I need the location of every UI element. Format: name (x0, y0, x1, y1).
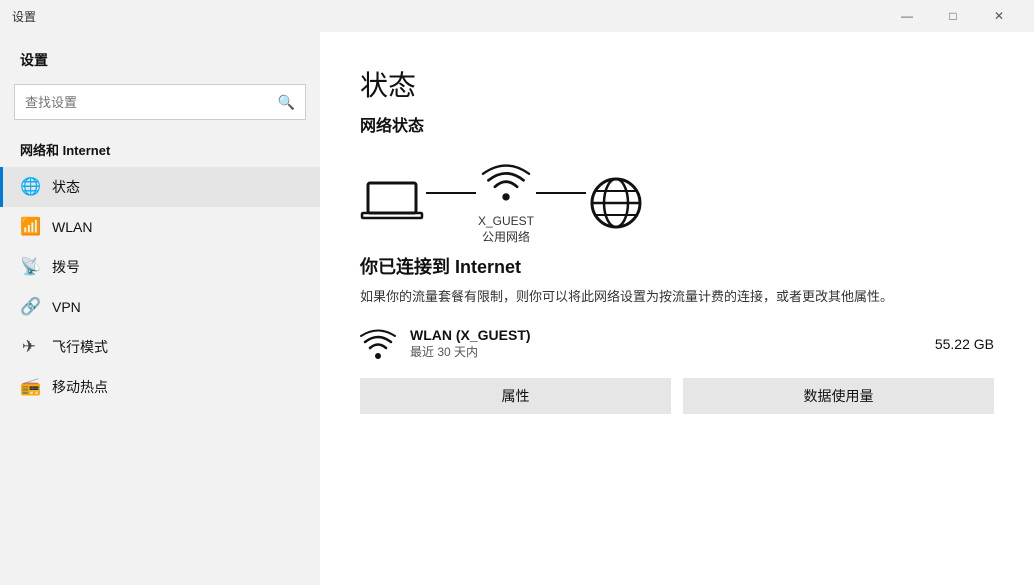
sidebar-item-label: 移动热点 (52, 377, 108, 397)
window-controls: — □ ✕ (884, 0, 1022, 32)
search-input[interactable] (25, 95, 278, 110)
hotspot-icon: 📻 (20, 377, 38, 397)
network-usage: 55.22 GB (935, 336, 994, 352)
sidebar-item-vpn[interactable]: 🔗 VPN (0, 287, 320, 327)
sidebar-item-label: 状态 (52, 177, 80, 197)
network-diagram: X_GUEST 公用网络 (360, 160, 994, 245)
sidebar-item-dial[interactable]: 📡 拨号 (0, 247, 320, 287)
network-wifi-icon (360, 326, 396, 362)
dial-icon: 📡 (20, 257, 38, 277)
titlebar-title: 设置 (12, 8, 36, 25)
network-row: WLAN (X_GUEST) 最近 30 天内 55.22 GB (360, 326, 994, 362)
titlebar: 设置 — □ ✕ (0, 0, 1034, 32)
content-area: 状态 网络状态 X_GUEST (320, 32, 1034, 585)
connected-title: 你已连接到 Internet (360, 253, 994, 279)
wifi-icon-container: X_GUEST 公用网络 (478, 160, 534, 245)
wifi-name: X_GUEST 公用网络 (478, 214, 534, 245)
globe-icon (588, 175, 644, 231)
network-period: 最近 30 天内 (410, 343, 921, 360)
network-info: WLAN (X_GUEST) 最近 30 天内 (410, 327, 921, 360)
search-box[interactable]: 🔍 (14, 84, 306, 120)
sidebar: 设置 🔍 网络和 Internet 🌐 状态 📶 WLAN 📡 拨号 🔗 VPN… (0, 32, 320, 585)
network-name: WLAN (X_GUEST) (410, 327, 921, 343)
minimize-button[interactable]: — (884, 0, 930, 32)
line-1 (426, 192, 476, 194)
globe-icon-container (588, 175, 644, 231)
sidebar-item-label: WLAN (52, 219, 92, 235)
sidebar-header: 设置 (0, 40, 320, 84)
airplane-icon: ✈ (20, 337, 38, 357)
close-button[interactable]: ✕ (976, 0, 1022, 32)
laptop-icon (360, 179, 424, 227)
vpn-icon: 🔗 (20, 297, 38, 317)
sidebar-item-status[interactable]: 🌐 状态 (0, 167, 320, 207)
nav-list: 🌐 状态 📶 WLAN 📡 拨号 🔗 VPN ✈ 飞行模式 📻 移动热点 (0, 167, 320, 407)
sidebar-item-wlan[interactable]: 📶 WLAN (0, 207, 320, 247)
sidebar-item-airplane[interactable]: ✈ 飞行模式 (0, 327, 320, 367)
connected-desc: 如果你的流量套餐有限制，则你可以将此网络设置为按流量计费的连接，或者更改其他属性… (360, 287, 920, 308)
status-icon: 🌐 (20, 177, 38, 197)
page-title: 状态 (360, 64, 994, 104)
search-icon: 🔍 (278, 94, 295, 111)
section-label: 网络和 Internet (0, 136, 320, 167)
sidebar-item-label: 拨号 (52, 257, 80, 277)
line-2 (536, 192, 586, 194)
laptop-icon-container (360, 179, 424, 227)
sidebar-item-label: VPN (52, 299, 81, 315)
sidebar-item-label: 飞行模式 (52, 337, 108, 357)
properties-button[interactable]: 属性 (360, 378, 671, 414)
data-usage-button[interactable]: 数据使用量 (683, 378, 994, 414)
wifi-icon (480, 160, 532, 208)
main-layout: 设置 🔍 网络和 Internet 🌐 状态 📶 WLAN 📡 拨号 🔗 VPN… (0, 32, 1034, 585)
sidebar-item-hotspot[interactable]: 📻 移动热点 (0, 367, 320, 407)
action-buttons: 属性 数据使用量 (360, 378, 994, 414)
section-title: 网络状态 (360, 112, 994, 136)
wlan-icon: 📶 (20, 217, 38, 237)
maximize-button[interactable]: □ (930, 0, 976, 32)
